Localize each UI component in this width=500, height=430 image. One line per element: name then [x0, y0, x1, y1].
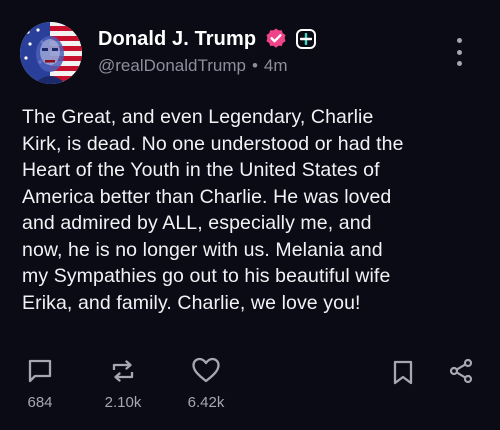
display-name[interactable]: Donald J. Trump — [98, 28, 256, 51]
author-meta: @realDonaldTrump • 4m — [98, 56, 288, 76]
share-icon — [449, 358, 473, 384]
share-button[interactable] — [448, 358, 474, 389]
more-options-icon[interactable] — [452, 38, 466, 66]
avatar[interactable] — [20, 22, 82, 84]
verified-badge-icon — [264, 27, 288, 51]
post-card: Donald J. Trump @realDonaldTrump • 4m The … — [0, 0, 500, 430]
author-name-row: Donald J. Trump — [98, 26, 317, 52]
bookmark-button[interactable] — [392, 360, 414, 391]
post-text: The Great, and even Legendary, Charlie K… — [22, 106, 404, 314]
reply-button[interactable]: 684 — [20, 358, 60, 411]
handle[interactable]: @realDonaldTrump — [98, 56, 246, 75]
reply-icon — [28, 359, 52, 383]
bookmark-icon — [393, 360, 413, 385]
like-count: 6.42k — [187, 394, 225, 411]
avatar-image — [20, 22, 82, 84]
repost-icon — [112, 360, 134, 382]
timestamp[interactable]: 4m — [264, 56, 288, 75]
reply-count: 684 — [27, 394, 53, 411]
meta-separator: • — [251, 56, 258, 75]
repost-button[interactable]: 2.10k — [100, 358, 146, 411]
plus-badge-icon[interactable] — [296, 29, 317, 49]
like-button[interactable]: 6.42k — [178, 356, 234, 411]
like-icon — [192, 357, 220, 383]
repost-count: 2.10k — [104, 394, 142, 411]
